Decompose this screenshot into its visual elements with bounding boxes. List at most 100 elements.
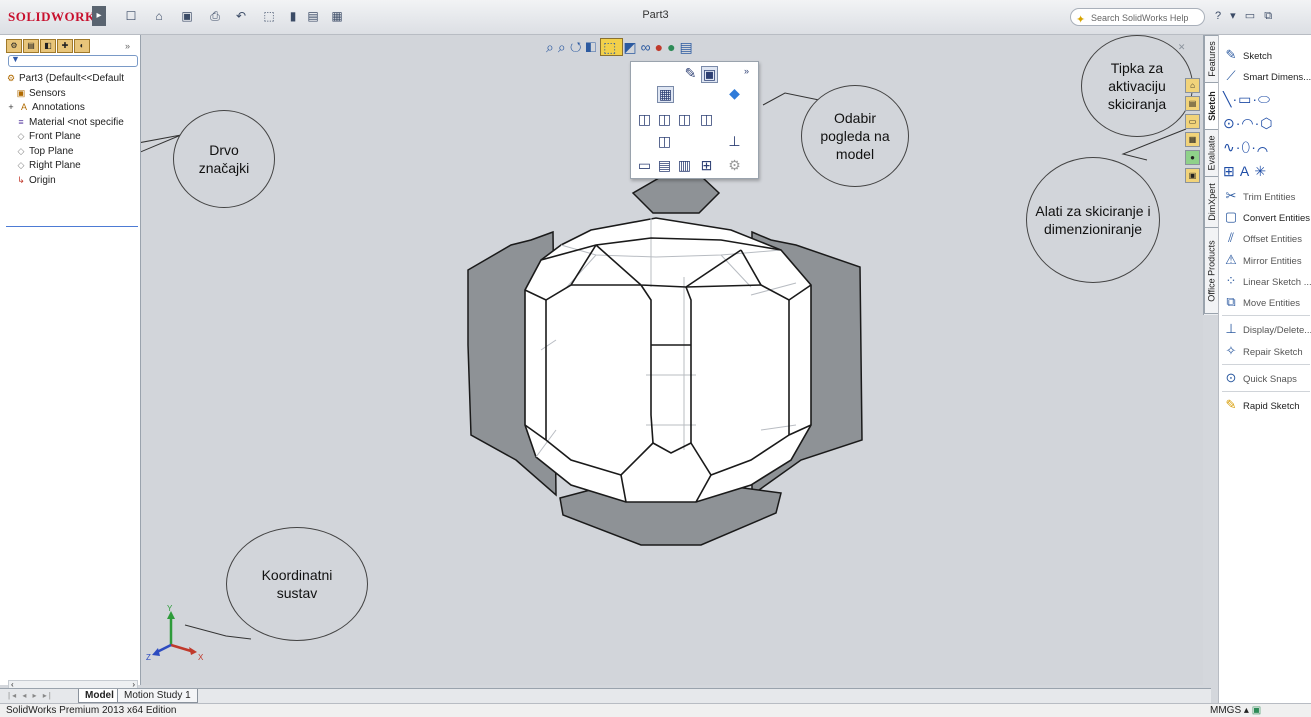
mirror-entities-button[interactable]: ⚠ Mirror Entities — [1223, 251, 1301, 269]
plane-text-point-tools[interactable]: ⊞ A ✳ — [1223, 163, 1267, 181]
tree-item-sensors[interactable]: ▣ Sensors — [6, 86, 124, 101]
feature-tree: ⚙ Part3 (Default<<Default ▣ Sensors + A Anno… — [6, 71, 124, 187]
tree-item-top-plane[interactable]: ◇ Top Plane — [6, 144, 124, 159]
right-view-icon[interactable]: ◫ — [699, 112, 714, 127]
circle-icon[interactable]: ⊙ — [1223, 115, 1236, 131]
tab-office-products[interactable]: Office Products — [1204, 227, 1219, 314]
more-tabs-icon[interactable]: » — [125, 41, 130, 51]
design-library-icon[interactable]: ▤ — [1185, 96, 1200, 111]
help-search-input[interactable]: ✦ Search SolidWorks Help — [1070, 8, 1205, 26]
tree-item-annotations[interactable]: + A Annotations — [6, 100, 124, 115]
view-orientation-icon[interactable]: ⬚ — [600, 38, 624, 56]
sketch-button[interactable]: ✎ Sketch — [1223, 46, 1273, 64]
line-icon[interactable]: ╲ — [1223, 91, 1232, 107]
view-palette-icon[interactable]: ▦ — [1185, 132, 1200, 147]
arc-icon[interactable]: ◠ — [1241, 115, 1254, 131]
popup-more-icon[interactable]: » — [739, 64, 754, 79]
graphics-viewport[interactable]: ⌕⌕↺◧⬚◩∞●●▤ ▭ ▭ ⎯ ⧉ ✕ ✎ ▣ » ▦ ◆ ◫ ◫ ◫ ◫ ◫… — [141, 35, 1203, 685]
tab-model[interactable]: Model — [78, 689, 121, 703]
back-view-icon[interactable]: ◫ — [657, 112, 672, 127]
tree-item-right-plane[interactable]: ◇ Right Plane — [6, 158, 124, 173]
two-view-horizontal-icon[interactable]: ▤ — [657, 158, 672, 173]
configuration-tab-icon[interactable]: ◧ — [40, 39, 56, 53]
callout-sketch-tools: Alati za skiciranje i dimenzioniranje — [1026, 157, 1160, 283]
plane-icon: ◇ — [17, 131, 25, 141]
display-style-icon[interactable]: ◩ — [623, 39, 640, 55]
ellipse-icon[interactable]: ⬯ — [1241, 139, 1251, 155]
left-view-icon[interactable]: ◫ — [677, 112, 692, 127]
isometric-shaded-icon[interactable]: ◆ — [727, 86, 742, 101]
tab-dimxpert[interactable]: DimXpert — [1204, 176, 1219, 228]
custom-properties-icon[interactable]: ▣ — [1185, 168, 1200, 183]
feature-tree-tab-icon[interactable]: ⚙ — [6, 39, 22, 53]
four-view-icon[interactable]: ⊞ — [699, 158, 714, 173]
callout-sketch-button: Tipka za aktivaciju skiciranja — [1081, 35, 1193, 137]
single-view-icon[interactable]: ▭ — [637, 158, 652, 173]
convert-icon: ▢ — [1224, 209, 1238, 224]
two-view-vertical-icon[interactable]: ▥ — [677, 158, 692, 173]
help-icon[interactable]: ▣ — [1252, 705, 1261, 716]
hide-show-items-icon[interactable]: ∞ — [641, 39, 655, 55]
previous-view-icon[interactable]: ↺ — [570, 39, 586, 55]
line-rectangle-slot-tools[interactable]: ╲·▭·⬭ — [1223, 91, 1271, 109]
window-controls[interactable]: ? ▾ ▭ ⧉ — [1215, 9, 1275, 23]
smart-dimension-button[interactable]: ⟋ Smart Dimens... — [1223, 67, 1311, 85]
offset-icon: ⫽ — [1228, 230, 1234, 245]
zoom-to-area-icon[interactable]: ⌕ — [558, 39, 570, 55]
move-entities-button[interactable]: ⧉ Move Entities — [1223, 293, 1300, 311]
cube-view-icon[interactable]: ▣ — [701, 66, 718, 83]
callout-coordinate-system: Koordinatni sustav — [226, 527, 368, 641]
trim-entities-button[interactable]: ✂ Trim Entities — [1223, 187, 1296, 205]
property-manager-tab-icon[interactable]: ▤ — [23, 39, 39, 53]
spline-icon[interactable]: ∿ — [1223, 139, 1236, 155]
sketch-plane-icon[interactable]: ⊞ — [1223, 163, 1236, 179]
file-explorer-icon[interactable]: ▭ — [1185, 114, 1200, 129]
slot-icon[interactable]: ⬭ — [1258, 91, 1271, 107]
dimxpert-tab-icon[interactable]: ✚ — [57, 39, 73, 53]
tree-item-front-plane[interactable]: ◇ Front Plane — [6, 129, 124, 144]
section-view-icon[interactable]: ◧ — [586, 39, 601, 55]
tab-navigation-arrows[interactable]: |◂ ◂ ▸ ▸| — [8, 691, 53, 700]
tree-item-material[interactable]: ≡ Material <not specifie — [6, 115, 124, 130]
expand-icon[interactable]: + — [6, 100, 16, 115]
normal-to-view-icon[interactable]: ▦ — [657, 86, 674, 103]
polygon-icon[interactable]: ⬡ — [1260, 115, 1273, 131]
apply-scene-icon[interactable]: ● — [667, 39, 679, 55]
fillet-icon[interactable]: ⌒ — [1257, 139, 1269, 155]
tab-motion-study[interactable]: Motion Study 1 — [117, 689, 198, 703]
tab-evaluate[interactable]: Evaluate — [1204, 129, 1219, 177]
edit-appearance-icon[interactable]: ● — [655, 39, 667, 55]
repair-sketch-button[interactable]: ✧ Repair Sketch — [1223, 342, 1303, 360]
tree-filter-input[interactable]: ▼ — [8, 54, 138, 67]
appearances-icon[interactable]: ● — [1185, 150, 1200, 165]
spline-ellipse-fillet-tools[interactable]: ∿·⬯·⌒ — [1223, 139, 1269, 157]
quick-snaps-button[interactable]: ⊙ Quick Snaps — [1223, 369, 1297, 387]
circle-arc-polygon-tools[interactable]: ⊙·◠·⬡ — [1223, 115, 1274, 133]
display-manager-tab-icon[interactable]: ◐ — [74, 39, 90, 53]
units-selector[interactable]: MMGS ▴ ▣ — [1210, 704, 1261, 717]
bottom-view-icon[interactable]: ⊥ — [727, 134, 742, 149]
tree-item-label: Annotations — [32, 102, 85, 113]
top-view-icon[interactable]: ◫ — [657, 134, 672, 149]
front-view-icon[interactable]: ◫ — [637, 112, 652, 127]
separator — [1222, 391, 1310, 392]
sketch-text-icon[interactable]: A — [1240, 163, 1250, 179]
feature-manager-panel: ⚙ ▤ ◧ ✚ ◐ » ▼ ⚙ Part3 (Default<<Default ▣ Sens… — [0, 35, 141, 692]
tab-sketch[interactable]: Sketch — [1204, 82, 1219, 130]
rapid-sketch-button[interactable]: ✎ Rapid Sketch — [1223, 396, 1300, 414]
tree-root[interactable]: ⚙ Part3 (Default<<Default — [6, 71, 124, 86]
display-delete-relations-button[interactable]: ⊥ Display/Delete... — [1223, 320, 1311, 338]
linear-sketch-pattern-button[interactable]: ⁘ Linear Sketch ... — [1223, 272, 1311, 290]
view-settings-icon[interactable]: ▤ — [680, 39, 697, 55]
point-icon[interactable]: ✳ — [1254, 163, 1267, 179]
tree-item-origin[interactable]: ↳ Origin — [6, 173, 124, 188]
tab-features[interactable]: Features — [1204, 35, 1219, 83]
plane-icon: ◇ — [17, 145, 25, 156]
rectangle-icon[interactable]: ▭ — [1238, 91, 1252, 107]
zoom-to-fit-icon[interactable]: ⌕ — [546, 39, 558, 55]
view-selector-icon[interactable]: ✎ — [683, 66, 698, 81]
link-views-icon[interactable]: ⚙ — [727, 158, 742, 173]
solidworks-resources-icon[interactable]: ⌂ — [1185, 78, 1200, 93]
offset-entities-button[interactable]: ⫽ Offset Entities — [1223, 229, 1302, 247]
convert-entities-button[interactable]: ▢ Convert Entities — [1223, 208, 1310, 226]
